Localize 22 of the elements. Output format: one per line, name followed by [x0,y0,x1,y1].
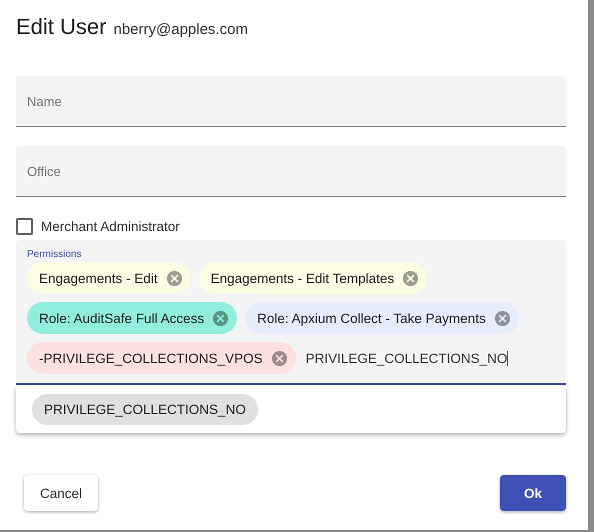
user-email: nberry@apples.com [113,21,248,38]
dialog-title: Edit User [16,14,106,40]
field-label: Permissions [27,249,82,260]
suggestion-chip[interactable]: PRIVILEGE_COLLECTIONS_NO [32,394,258,425]
remove-icon[interactable] [212,310,230,326]
cancel-button[interactable]: Cancel [24,475,98,511]
remove-icon[interactable] [402,270,420,286]
permissions-field[interactable]: Permissions Engagements - Edit Engagements - Edit Templates Role: AuditSafe Full Access Role: Apxium Collect - Take Payments -PRIVILEGE_COLLECTIONS_VPOS PRIVILEGE_COLLECTIONS_NO [16,240,566,385]
permission-chip[interactable]: Role: AuditSafe Full Access [27,302,238,334]
text-field[interactable]: Name [16,76,566,127]
chip-input[interactable]: PRIVILEGE_COLLECTIONS_NO [304,350,508,366]
permission-chip[interactable]: -PRIVILEGE_COLLECTIONS_VPOS [27,342,296,374]
text-field[interactable]: Office [16,146,566,197]
remove-icon[interactable] [494,310,511,326]
remove-icon[interactable] [270,350,288,366]
checkbox-label: Merchant Administrator [41,219,180,234]
checkbox[interactable] [16,218,33,235]
permission-chip[interactable]: Role: Apxium Collect - Take Payments [245,302,519,334]
permission-chip[interactable]: Engagements - Edit Templates [198,262,428,294]
permission-chip[interactable]: Engagements - Edit [27,262,191,294]
ok-button[interactable]: Ok [500,475,566,511]
remove-icon[interactable] [166,270,183,286]
